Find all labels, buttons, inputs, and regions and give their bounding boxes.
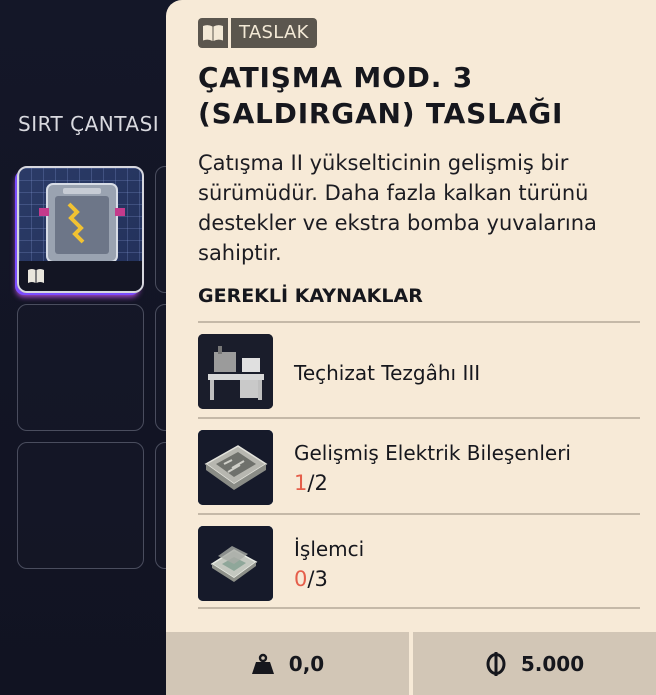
item-footer: 0,0 5.000 [166, 632, 656, 695]
price-value: 5.000 [520, 651, 585, 676]
slot-footer [19, 261, 142, 291]
requirement-row: İşlemci 0/3 [198, 513, 640, 609]
requirement-count: 0/3 [294, 567, 328, 591]
weight-icon [251, 653, 274, 674]
requirement-row: Teçhizat Tezgâhı III [198, 321, 640, 417]
item-title: ÇATIŞMA MOD. 3 (SALDIRGAN) TASLAĞI [198, 61, 564, 130]
workbench-icon [198, 334, 273, 409]
required-count: 2 [314, 471, 328, 495]
item-type-label: TASLAK [231, 18, 317, 48]
blueprint-case-icon [39, 183, 125, 263]
owned-count: 0 [294, 567, 308, 591]
inventory-slot[interactable] [17, 304, 144, 431]
required-count: 3 [314, 567, 328, 591]
backpack-title: SIRT ÇANTASI [18, 112, 160, 136]
owned-count: 1 [294, 471, 308, 495]
requirement-count: 1/2 [294, 471, 328, 495]
requirement-name: Gelişmiş Elektrik Bileşenleri [294, 441, 571, 465]
weight-value: 0,0 [288, 651, 325, 676]
price-stat: 5.000 [413, 632, 656, 695]
circuit-board-icon [198, 430, 273, 505]
item-type-badge: TASLAK [198, 18, 317, 48]
weight-stat: 0,0 [166, 632, 409, 695]
requirement-name: İşlemci [294, 537, 365, 561]
requirements-heading: GEREKLİ KAYNAKLAR [198, 285, 423, 307]
requirement-name: Teçhizat Tezgâhı III [294, 361, 481, 385]
item-tooltip-card: TASLAK ÇATIŞMA MOD. 3 (SALDIRGAN) TASLAĞ… [166, 0, 656, 695]
blueprint-book-icon [28, 269, 44, 283]
processor-icon [198, 526, 273, 601]
requirement-row: Gelişmiş Elektrik Bileşenleri 1/2 [198, 417, 640, 513]
requirements-list: Teçhizat Tezgâhı III Gelişmiş Elektrik B… [198, 321, 640, 609]
blueprint-book-icon [198, 18, 228, 48]
item-description: Çatışma II yükselticinin gelişmiş bir sü… [198, 151, 597, 265]
inventory-slot[interactable] [17, 442, 144, 569]
currency-icon [486, 651, 506, 676]
inventory-slot-blueprint[interactable] [17, 166, 144, 293]
